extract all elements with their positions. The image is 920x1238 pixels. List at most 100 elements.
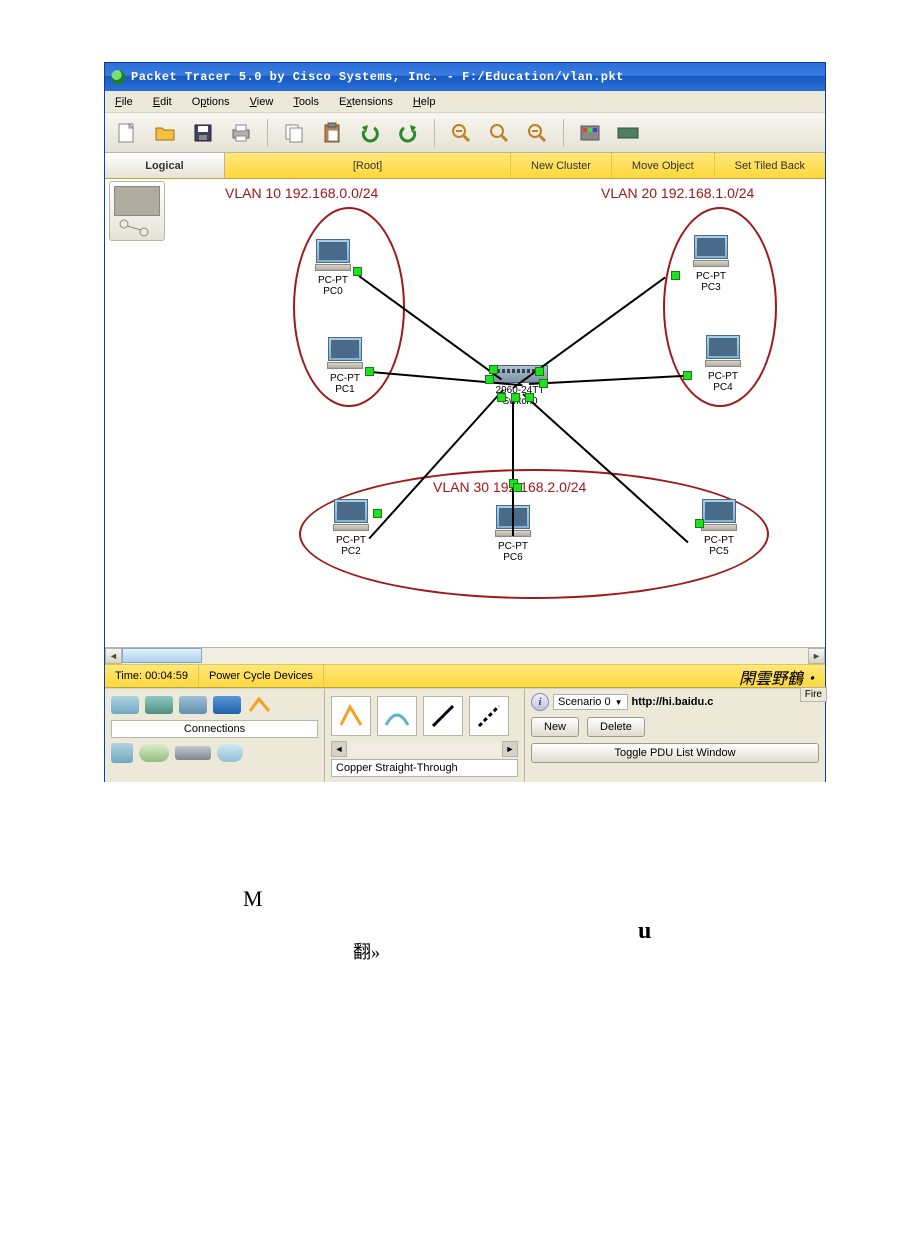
conn-scroll-track[interactable] [347, 741, 502, 757]
wan-emulation-icon[interactable] [139, 744, 169, 762]
url-hint: http://hi.baidu.c [632, 696, 714, 708]
navigator-thumb[interactable] [109, 181, 165, 241]
pc-icon [699, 499, 739, 533]
device-name: PC6 [483, 552, 543, 563]
set-tiled-button[interactable]: Set Tiled Back [715, 153, 825, 178]
pc-port-dot [365, 367, 374, 376]
pc-port-dot [513, 483, 522, 492]
new-file-icon[interactable] [113, 119, 141, 147]
switch-port-dot [497, 393, 506, 402]
toolbar-separator [434, 119, 435, 147]
connections-category-icon[interactable] [247, 696, 275, 714]
scroll-thumb[interactable] [122, 648, 202, 663]
redo-icon[interactable] [394, 119, 422, 147]
zoom-out-icon[interactable] [523, 119, 551, 147]
device-pc4[interactable]: PC-PT PC4 [693, 335, 753, 393]
delete-scenario-button[interactable]: Delete [587, 717, 645, 737]
fire-tab[interactable]: Fire [800, 687, 827, 702]
device-pc1[interactable]: PC-PT PC1 [315, 337, 375, 395]
menu-help[interactable]: Help [409, 94, 440, 110]
device-name: PC5 [689, 546, 749, 557]
pc-icon [331, 499, 371, 533]
chevron-down-icon: ▼ [615, 698, 623, 707]
conn-scroll-right-icon[interactable]: ► [502, 741, 518, 757]
pc-port-dot [695, 519, 704, 528]
copy-icon[interactable] [280, 119, 308, 147]
vlan10-label: VLAN 10 192.168.0.0/24 [225, 185, 378, 201]
zoom-reset-icon[interactable] [485, 119, 513, 147]
pc-icon [703, 335, 743, 369]
titlebar[interactable]: Packet Tracer 5.0 by Cisco Systems, Inc.… [105, 63, 825, 91]
menu-extensions[interactable]: Extensions [335, 94, 397, 110]
secondary-bar: Logical [Root] New Cluster Move Object S… [105, 153, 825, 179]
pc-port-dot [671, 271, 680, 280]
print-icon[interactable] [227, 119, 255, 147]
app-icon [111, 70, 125, 84]
menu-view[interactable]: View [246, 94, 278, 110]
end-device-icon[interactable] [111, 743, 133, 763]
device-type: PC-PT [483, 541, 543, 552]
console-connection-icon[interactable] [377, 696, 417, 736]
time-cell: Time: 00:04:59 [105, 665, 199, 687]
extra-u: u [638, 918, 651, 945]
device-pc2[interactable]: PC-PT PC2 [321, 499, 381, 557]
crossover-connection-icon[interactable] [469, 696, 509, 736]
zoom-in-icon[interactable] [447, 119, 475, 147]
device-pc3[interactable]: PC-PT PC3 [681, 235, 741, 293]
new-cluster-button[interactable]: New Cluster [511, 153, 612, 178]
palette-icon[interactable] [576, 119, 604, 147]
device-name: PC1 [315, 384, 375, 395]
device-name: PC4 [693, 382, 753, 393]
auto-connection-icon[interactable] [331, 696, 371, 736]
vlan20-label: VLAN 20 192.168.1.0/24 [601, 185, 754, 201]
custom-device-icon[interactable] [614, 119, 642, 147]
hub-category-icon[interactable] [179, 696, 207, 714]
multiuser-icon[interactable] [217, 744, 243, 762]
wireless-category-icon[interactable] [213, 696, 241, 714]
menu-file[interactable]: File [111, 94, 137, 110]
scroll-left-icon[interactable]: ◄ [105, 648, 122, 664]
device-pc5[interactable]: PC-PT PC5 [689, 499, 749, 557]
menu-options[interactable]: Options [188, 94, 234, 110]
device-subcategory-row [111, 741, 318, 765]
logical-tab[interactable]: Logical [105, 153, 225, 178]
conn-scroll-left-icon[interactable]: ◄ [331, 741, 347, 757]
navigator-topology-icon [114, 218, 158, 238]
scenario-value: Scenario 0 [558, 696, 611, 708]
toggle-pdu-button[interactable]: Toggle PDU List Window [531, 743, 819, 763]
menu-edit[interactable]: Edit [149, 94, 176, 110]
scroll-right-icon[interactable]: ► [808, 648, 825, 664]
watermark-text: 閑雲野鶴・ [733, 665, 825, 687]
router-category-icon[interactable] [111, 696, 139, 714]
extra-fan: 翻» [353, 938, 380, 964]
root-breadcrumb[interactable]: [Root] [225, 153, 511, 178]
undo-icon[interactable] [356, 119, 384, 147]
open-file-icon[interactable] [151, 119, 179, 147]
workspace-hscroll[interactable]: ◄ ► [105, 647, 825, 664]
menu-tools[interactable]: Tools [289, 94, 323, 110]
pc-icon [691, 235, 731, 269]
straight-connection-icon[interactable] [423, 696, 463, 736]
save-icon[interactable] [189, 119, 217, 147]
connection-scroll[interactable]: ◄ ► [331, 741, 518, 757]
device-type: PC-PT [303, 275, 363, 286]
new-scenario-button[interactable]: New [531, 717, 579, 737]
connection-types-panel: ◄ ► Copper Straight-Through [325, 689, 525, 782]
move-object-button[interactable]: Move Object [612, 153, 715, 178]
scenario-select[interactable]: Scenario 0 ▼ [553, 694, 628, 710]
workspace[interactable]: VLAN 10 192.168.0.0/24 VLAN 20 192.168.1… [105, 179, 825, 647]
switch-category-icon[interactable] [145, 696, 173, 714]
scroll-track[interactable] [122, 648, 808, 664]
pc-port-dot [353, 267, 362, 276]
power-cycle-button[interactable]: Power Cycle Devices [199, 665, 324, 687]
switch-port-dot [511, 393, 520, 402]
window-title: Packet Tracer 5.0 by Cisco Systems, Inc.… [131, 70, 624, 84]
paste-icon[interactable] [318, 119, 346, 147]
scenario-panel: Fire i Scenario 0 ▼ http://hi.baidu.c Ne… [525, 689, 825, 782]
pc-icon [313, 239, 353, 273]
custom-device-icon[interactable] [175, 746, 211, 760]
app-window: Packet Tracer 5.0 by Cisco Systems, Inc.… [104, 62, 826, 782]
device-name: PC2 [321, 546, 381, 557]
device-type: PC-PT [689, 535, 749, 546]
info-icon[interactable]: i [531, 693, 549, 711]
